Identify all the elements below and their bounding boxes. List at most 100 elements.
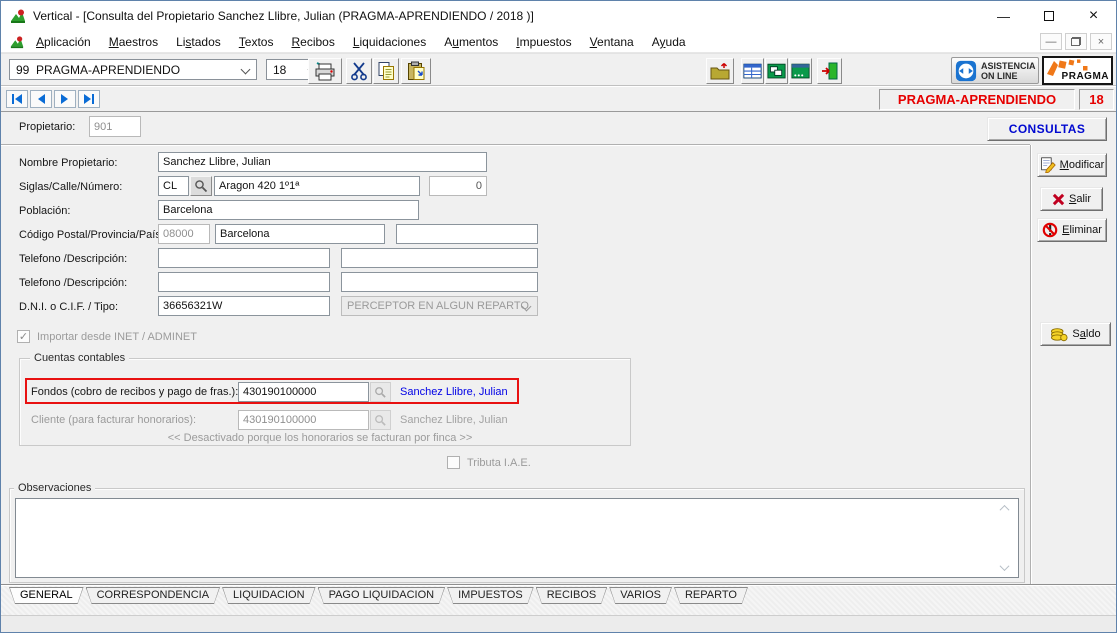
tributa-label: Tributa I.A.E.	[467, 457, 531, 469]
tab-recibos[interactable]: RECIBOS	[536, 587, 608, 604]
grid-view-button[interactable]	[741, 58, 764, 84]
tab-impuestos[interactable]: IMPUESTOS	[447, 587, 534, 604]
window-view-button[interactable]	[789, 58, 812, 84]
maximize-button[interactable]	[1026, 1, 1071, 31]
menu-maestros[interactable]: Maestros	[100, 35, 167, 49]
tab-general[interactable]: GENERAL	[9, 587, 84, 604]
scroll-up-icon[interactable]	[999, 504, 1010, 513]
tipo-select[interactable]: PERCEPTOR EN ALGUN REPARTO	[341, 296, 538, 316]
company-combobox[interactable]: 99 PRAGMA-APRENDIENDO	[9, 59, 257, 80]
cliente-search-button[interactable]	[370, 410, 391, 430]
tab-reparto[interactable]: REPARTO	[674, 587, 748, 604]
pais-input[interactable]	[396, 224, 538, 244]
menu-ayuda[interactable]: Ayuda	[643, 35, 695, 49]
propietario-label: Propietario:	[19, 121, 75, 133]
mdi-close-button[interactable]: ×	[1090, 33, 1112, 50]
salir-label: Salir	[1069, 193, 1091, 205]
printer-icon	[313, 61, 337, 81]
menu-aplicacion[interactable]: Aplicación	[27, 35, 100, 49]
cliente-cuenta-input[interactable]	[238, 410, 369, 430]
dni-label: D.N.I. o C.I.F. / Tipo:	[19, 301, 118, 313]
mdi-restore-button[interactable]	[1065, 33, 1087, 50]
menu-textos[interactable]: Textos	[230, 35, 283, 49]
exit-app-button[interactable]	[817, 58, 842, 84]
exit-x-icon	[1052, 193, 1065, 206]
balance-icon	[1050, 326, 1068, 342]
company-indicator: PRAGMA-APRENDIENDO	[879, 89, 1075, 110]
menu-impuestos[interactable]: Impuestos	[507, 35, 580, 49]
propietario-input[interactable]	[89, 116, 141, 137]
eliminar-button[interactable]: Eliminar	[1037, 218, 1107, 242]
calle-input[interactable]	[214, 176, 420, 196]
paste-icon	[406, 61, 426, 81]
importar-checkbox[interactable]: ✓	[17, 330, 30, 343]
menu-aumentos[interactable]: Aumentos	[435, 35, 507, 49]
telefono2-input[interactable]	[158, 272, 330, 292]
print-button[interactable]	[308, 58, 342, 84]
nombre-label: Nombre Propietario:	[19, 157, 117, 169]
exit-icon	[820, 61, 840, 81]
tab-pago-liquidacion[interactable]: PAGO LIQUIDACION	[318, 587, 446, 604]
mdi-minimize-button[interactable]: —	[1040, 33, 1062, 50]
console-icon	[791, 63, 810, 80]
grid-icon	[743, 63, 762, 80]
copy-button[interactable]	[373, 58, 399, 84]
salir-button[interactable]: Salir	[1040, 187, 1103, 211]
descripcion1-input[interactable]	[341, 248, 538, 268]
close-button[interactable]: ×	[1071, 1, 1116, 31]
nombre-input[interactable]	[158, 152, 487, 172]
importar-label: Importar desde INET / ADMINET	[37, 331, 197, 343]
menu-listados[interactable]: Listados	[167, 35, 230, 49]
cp-input[interactable]	[158, 224, 210, 244]
paste-button[interactable]	[401, 58, 431, 84]
provincia-input[interactable]	[215, 224, 385, 244]
observaciones-textarea[interactable]	[15, 498, 1019, 578]
app-icon	[10, 8, 26, 24]
numero-input[interactable]	[429, 176, 487, 196]
menu-recibos[interactable]: Recibos	[282, 35, 343, 49]
cliente-label: Cliente (para facturar honorarios):	[31, 414, 196, 426]
first-record-button[interactable]	[6, 90, 28, 108]
menu-liquidaciones[interactable]: Liquidaciones	[344, 35, 435, 49]
dni-input[interactable]	[158, 296, 330, 316]
minimize-button[interactable]: —	[981, 1, 1026, 31]
eliminar-label: Eliminar	[1062, 224, 1102, 236]
tab-liquidacion[interactable]: LIQUIDACION	[222, 587, 316, 604]
delete-icon	[1042, 222, 1058, 238]
prev-icon	[36, 94, 46, 104]
annotation-highlight-box	[25, 378, 519, 404]
year-indicator: 18	[1079, 89, 1114, 110]
menu-ventana[interactable]: Ventana	[581, 35, 643, 49]
consultas-button[interactable]: CONSULTAS	[987, 117, 1107, 141]
street-search-button[interactable]	[190, 176, 212, 196]
telefono1-label: Telefono /Descripción:	[19, 253, 127, 265]
last-record-button[interactable]	[78, 90, 100, 108]
assistance-online-button[interactable]: ASISTENCIAON LINE	[951, 57, 1039, 84]
open-button[interactable]	[706, 58, 734, 84]
assist-icon	[955, 60, 977, 82]
saldo-button[interactable]: Saldo	[1040, 322, 1111, 346]
tributa-checkbox[interactable]	[447, 456, 460, 469]
cascade-windows-button[interactable]	[765, 58, 788, 84]
tab-varios[interactable]: VARIOS	[609, 587, 672, 604]
first-icon	[11, 94, 23, 104]
search-icon	[374, 414, 387, 427]
modificar-label: Modificar	[1060, 159, 1105, 171]
modificar-button[interactable]: Modificar	[1037, 153, 1107, 177]
menubar: Aplicación Maestros Listados Textos Reci…	[1, 31, 1116, 53]
open-icon	[709, 61, 731, 81]
divider	[1, 584, 1116, 585]
bottom-tabs: GENERAL CORRESPONDENCIA LIQUIDACION PAGO…	[9, 587, 748, 604]
siglas-input[interactable]	[158, 176, 189, 196]
telefono1-input[interactable]	[158, 248, 330, 268]
scroll-down-icon[interactable]	[999, 563, 1010, 572]
cut-button[interactable]	[346, 58, 372, 84]
tab-correspondencia[interactable]: CORRESPONDENCIA	[86, 587, 220, 604]
descripcion2-input[interactable]	[341, 272, 538, 292]
poblacion-input[interactable]	[158, 200, 419, 220]
previous-record-button[interactable]	[30, 90, 52, 108]
pragma-logo-icon	[1045, 58, 1109, 82]
record-navigation-bar: PRAGMA-APRENDIENDO 18	[1, 85, 1116, 112]
next-record-button[interactable]	[54, 90, 76, 108]
menu-items: Aplicación Maestros Listados Textos Reci…	[27, 31, 695, 53]
